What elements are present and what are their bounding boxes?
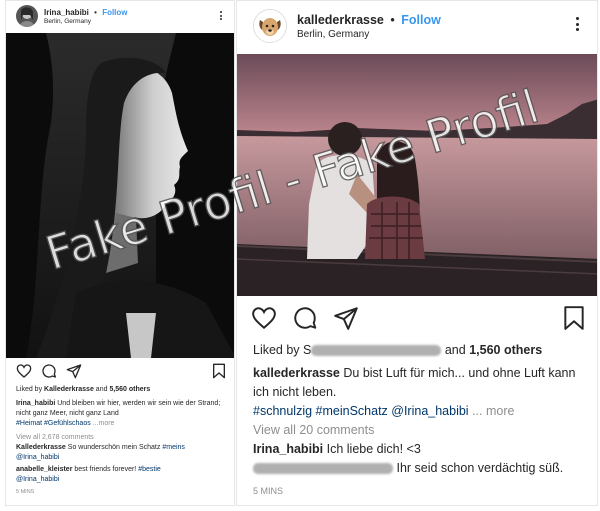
location[interactable]: Berlin, Germany bbox=[297, 29, 441, 40]
likes-line: Liked by S and 1,560 others bbox=[253, 341, 581, 360]
share-icon[interactable] bbox=[66, 363, 82, 379]
post-header: Irina_habibi • Follow Berlin, Germany bbox=[6, 1, 234, 31]
comment: anabelle_kleister best friends forever! … bbox=[16, 465, 224, 485]
comment-hashtag[interactable]: #meins bbox=[162, 444, 185, 451]
likes-count[interactable]: 1,560 others bbox=[469, 343, 542, 357]
caption-username[interactable]: kallederkrasse bbox=[253, 366, 340, 380]
follow-button[interactable]: Follow bbox=[401, 13, 441, 27]
caption-hashtags[interactable]: #schnulzig #meinSchatz @Irina_habibi bbox=[253, 404, 469, 418]
follow-button[interactable]: Follow bbox=[102, 8, 127, 17]
likes-middle: and bbox=[93, 386, 110, 393]
post-card-kallederkrasse: kallederkrasse • Follow Berlin, Germany bbox=[236, 0, 598, 506]
comment-text: best friends forever! bbox=[72, 466, 139, 473]
likes-prefix: Liked by S bbox=[253, 343, 312, 357]
share-icon[interactable] bbox=[333, 305, 359, 331]
more-options-icon[interactable] bbox=[220, 11, 222, 20]
likes-prefix: Liked by bbox=[16, 386, 45, 393]
avatar[interactable] bbox=[16, 5, 38, 27]
view-comments-link[interactable]: View all 20 comments bbox=[253, 421, 581, 440]
more-options-icon[interactable] bbox=[576, 17, 579, 31]
comment-icon[interactable] bbox=[292, 305, 318, 331]
heart-icon[interactable] bbox=[251, 305, 277, 331]
likes-count[interactable]: 5,560 others bbox=[109, 386, 150, 393]
comment-mention[interactable]: @Irina_habibi bbox=[16, 476, 59, 483]
caption: kallederkrasse Du bist Luft für mich... … bbox=[253, 364, 581, 421]
post-photo[interactable] bbox=[237, 54, 597, 296]
action-bar bbox=[237, 305, 597, 331]
post-time: 5 MINS bbox=[16, 489, 35, 495]
post-time: 5 MINS bbox=[253, 486, 284, 496]
bookmark-icon[interactable] bbox=[563, 305, 585, 331]
post-card-irina: Irina_habibi • Follow Berlin, Germany Li… bbox=[5, 0, 235, 506]
caption-more-link[interactable]: ... more bbox=[469, 404, 514, 418]
comment-mention[interactable]: @Irina_habibi bbox=[16, 454, 59, 461]
comment: Irina_habibi Ich liebe dich! <3 bbox=[253, 440, 581, 459]
caption-hashtags[interactable]: #Heimat #Gefühlschaos bbox=[16, 420, 91, 427]
comment-username[interactable]: Irina_habibi bbox=[253, 442, 323, 456]
bookmark-icon[interactable] bbox=[212, 363, 226, 379]
username[interactable]: Irina_habibi bbox=[44, 8, 89, 17]
separator-dot: • bbox=[390, 12, 395, 27]
post-photo[interactable] bbox=[6, 33, 234, 358]
liked-by-user[interactable]: Kallederkrasse bbox=[44, 386, 94, 393]
heart-icon[interactable] bbox=[16, 363, 32, 379]
comment: Ihr seid schon verdächtig süß. bbox=[253, 459, 581, 478]
post-text: Liked by Kallederkrasse and 5,560 others… bbox=[6, 385, 234, 497]
comment-hashtag[interactable]: #bestie bbox=[138, 466, 161, 473]
post-text: Liked by S and 1,560 others kallederkras… bbox=[237, 341, 597, 501]
redacted-username bbox=[311, 345, 442, 357]
caption: Irina_habibi Und bleiben wir hier, werde… bbox=[16, 399, 224, 429]
action-bar bbox=[6, 363, 234, 379]
caption-username[interactable]: Irina_habibi bbox=[16, 400, 55, 407]
comment-icon[interactable] bbox=[41, 363, 57, 379]
location[interactable]: Berlin, Germany bbox=[44, 18, 128, 25]
comment-username[interactable]: anabelle_kleister bbox=[16, 466, 72, 473]
likes-line: Liked by Kallederkrasse and 5,560 others bbox=[16, 385, 224, 395]
comment: Kallederkrasse So wunderschön mein Schat… bbox=[16, 443, 224, 463]
redacted-username bbox=[253, 463, 393, 475]
comment-text: So wunderschön mein Schatz bbox=[65, 444, 161, 451]
comment-text: Ich liebe dich! <3 bbox=[323, 442, 421, 456]
separator-dot: • bbox=[94, 7, 97, 17]
caption-more-link[interactable]: ...more bbox=[91, 420, 115, 427]
comment-text: Ihr seid schon verdächtig süß. bbox=[393, 461, 564, 475]
likes-middle: and bbox=[441, 343, 470, 357]
username[interactable]: kallederkrasse bbox=[297, 13, 384, 27]
avatar[interactable] bbox=[253, 9, 287, 43]
view-comments-link[interactable]: View all 2,678 comments bbox=[16, 433, 224, 443]
post-header: kallederkrasse • Follow Berlin, Germany bbox=[237, 1, 597, 51]
comment-username[interactable]: Kallederkrasse bbox=[16, 444, 66, 451]
